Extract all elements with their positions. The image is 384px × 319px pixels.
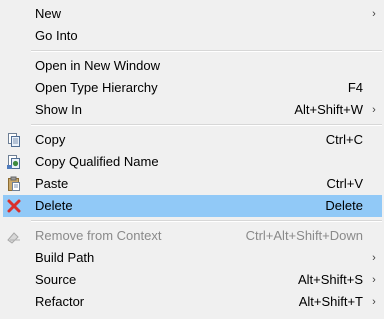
menu-item-label: New: [35, 6, 62, 21]
menu-item-label: Go Into: [35, 28, 78, 43]
menu-item-copy-qualified-name[interactable]: Copy Qualified Name: [3, 151, 382, 173]
menu-item-build-path[interactable]: Build Path ›: [3, 247, 382, 269]
menu-item-source[interactable]: Source Alt+Shift+S ›: [3, 269, 382, 291]
menu-item-label: Copy Qualified Name: [35, 154, 159, 169]
menu-item-new[interactable]: New ›: [3, 3, 382, 25]
menu-separator: [31, 220, 382, 222]
submenu-arrow-icon: ›: [372, 104, 376, 116]
menu-item-label: Paste: [35, 176, 69, 191]
menu-item-show-in[interactable]: Show In Alt+Shift+W ›: [3, 99, 382, 121]
remove-from-context-icon: [6, 228, 22, 244]
menu-item-label: Open in New Window: [35, 58, 160, 73]
menu-item-shortcut: Ctrl+C: [325, 132, 363, 147]
menu-item-paste[interactable]: Paste Ctrl+V: [3, 173, 382, 195]
submenu-arrow-icon: ›: [372, 296, 376, 308]
submenu-arrow-icon: ›: [372, 252, 376, 264]
menu-separator: [31, 124, 382, 126]
menu-item-label: Remove from Context: [35, 228, 162, 243]
submenu-arrow-icon: ›: [372, 8, 376, 20]
submenu-arrow-icon: ›: [372, 274, 376, 286]
menu-item-label: Copy: [35, 132, 66, 147]
menu-item-shortcut: Alt+Shift+T: [298, 294, 363, 309]
delete-icon: [6, 198, 22, 214]
menu-item-go-into[interactable]: Go Into: [3, 25, 382, 47]
menu-item-label: Delete: [35, 198, 73, 213]
menu-item-label: Show In: [35, 102, 82, 117]
menu-item-shortcut: F4: [347, 80, 363, 95]
menu-separator: [31, 50, 382, 52]
menu-item-remove-from-context: Remove from Context Ctrl+Alt+Shift+Down: [3, 225, 382, 247]
paste-icon: [6, 176, 22, 192]
copy-icon: [6, 132, 22, 148]
menu-item-open-type-hierarchy[interactable]: Open Type Hierarchy F4: [3, 77, 382, 99]
menu-item-label: Build Path: [35, 250, 95, 265]
menu-item-shortcut: Ctrl+V: [326, 176, 363, 191]
menu-item-shortcut: Delete: [325, 198, 363, 213]
menu-item-delete[interactable]: Delete Delete: [3, 195, 382, 217]
menu-item-label: Source: [35, 272, 77, 287]
menu-item-refactor[interactable]: Refactor Alt+Shift+T ›: [3, 291, 382, 313]
menu-item-copy[interactable]: Copy Ctrl+C: [3, 129, 382, 151]
menu-item-shortcut: Alt+Shift+W: [294, 102, 363, 117]
menu-item-open-in-new-window[interactable]: Open in New Window: [3, 55, 382, 77]
menu-item-shortcut: Alt+Shift+S: [297, 272, 363, 287]
context-menu: New › Go Into Open in New Window Open Ty…: [0, 0, 384, 319]
menu-item-shortcut: Ctrl+Alt+Shift+Down: [245, 228, 363, 243]
copy-qualified-name-icon: [6, 154, 22, 170]
menu-item-label: Open Type Hierarchy: [35, 80, 158, 95]
menu-item-label: Refactor: [35, 294, 85, 309]
